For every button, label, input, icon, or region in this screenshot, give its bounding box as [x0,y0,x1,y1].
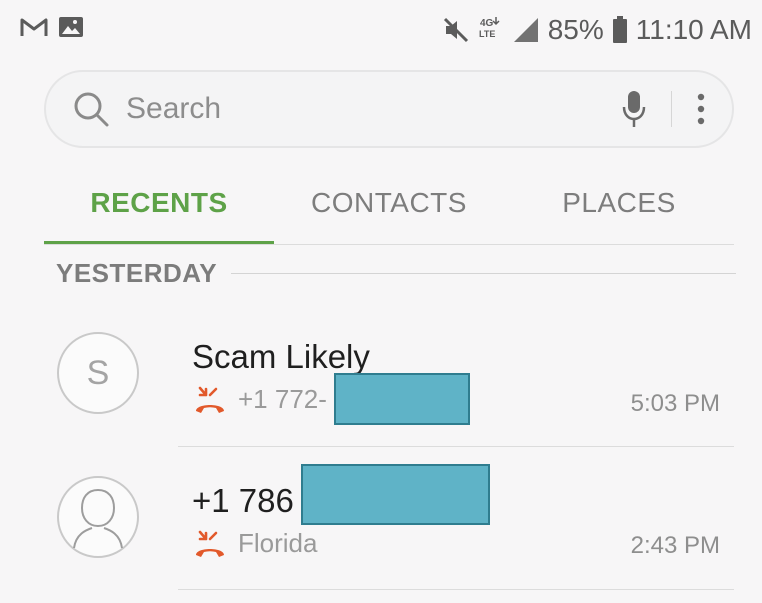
clock: 11:10 AM [635,14,752,45]
battery-percent: 85% [547,14,604,45]
missed-call-icon [194,529,226,559]
row-divider [178,589,734,590]
redaction-box [301,464,490,525]
phone-number: +1 772- [238,384,327,414]
search-divider [671,91,672,127]
svg-text:4G: 4G [480,18,494,29]
call-log-item[interactable]: S Scam Likely +1 772- 5:03 PM [0,310,762,450]
svg-text:LTE: LTE [479,29,495,39]
microphone-icon[interactable] [621,89,647,129]
section-header: YESTERDAY [56,258,736,289]
tab-places[interactable]: PLACES [504,160,734,246]
tab-bar: RECENTS CONTACTS PLACES [44,160,734,246]
call-time: 5:03 PM [630,390,720,417]
caller-name: Scam Likely [192,338,370,375]
battery-icon [612,16,628,44]
call-details: +1 772- [194,384,327,415]
call-time: 2:43 PM [630,532,720,559]
avatar-letter: S [86,353,110,392]
missed-call-icon [194,385,226,415]
call-details: Florida [194,528,317,559]
tab-divider [44,244,734,245]
tab-recents[interactable]: RECENTS [44,160,274,246]
search-input[interactable] [124,91,607,127]
signal-icon [512,16,540,44]
search-bar[interactable] [44,70,734,148]
section-label: YESTERDAY [56,258,218,288]
call-location: Florida [238,528,318,558]
redaction-box [334,373,470,425]
section-divider [231,273,736,274]
gallery-icon [58,16,84,38]
avatar[interactable]: S [57,332,139,414]
more-options-icon[interactable] [696,92,706,126]
status-bar: 4G LTE 85% 11:10 AM [0,0,762,64]
row-divider [178,446,734,447]
gmail-icon [20,16,48,38]
tab-contacts[interactable]: CONTACTS [274,160,504,246]
person-silhouette-icon [68,484,128,550]
search-icon [72,90,110,128]
call-log-item[interactable]: +1 786 Florida 2:43 PM [0,452,762,592]
avatar[interactable] [57,476,139,558]
caller-name: +1 786 [192,482,294,519]
4g-lte-icon: 4G LTE [478,15,504,45]
mute-icon [442,16,470,44]
